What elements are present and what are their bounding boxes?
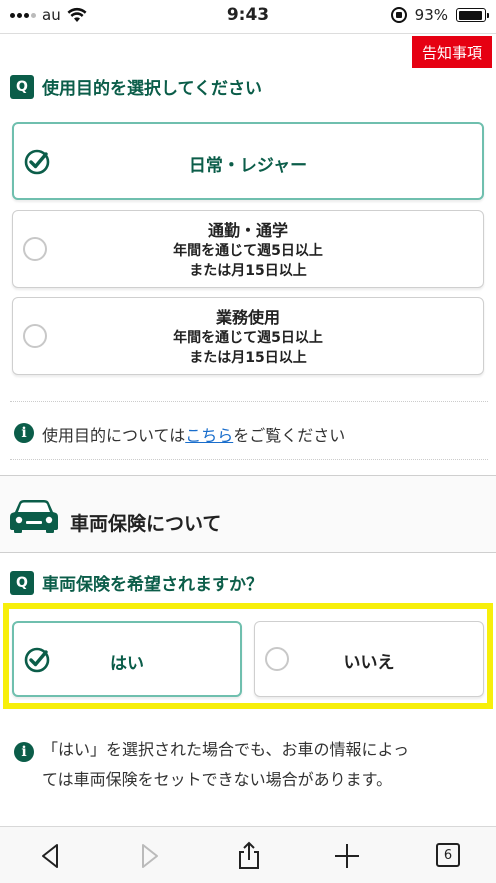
browser-toolbar: 6 — [0, 826, 496, 883]
vehicle-info: i 「はい」を選択された場合でも、お車の情報によっ ては車両保険をセットできない… — [14, 740, 484, 795]
back-icon[interactable] — [36, 841, 66, 871]
forward-icon[interactable] — [134, 841, 164, 871]
option-detail-2: または月15日以上 — [189, 263, 307, 279]
option-label: 通勤・通学 — [207, 221, 288, 240]
share-icon[interactable] — [234, 841, 264, 871]
question-text: 車両保険を希望されますか？ — [42, 575, 263, 595]
option-label: 日常・レジャー — [188, 156, 308, 176]
info-text: 使用目的についてはこちらをご覧ください — [42, 422, 345, 446]
new-tab-icon[interactable] — [332, 841, 362, 871]
car-icon — [10, 500, 58, 533]
question-badge: Q — [10, 74, 34, 99]
option-label: いいえ — [343, 653, 395, 673]
vehicle-question-title: Q 車両保険を希望されますか？ — [10, 570, 263, 595]
option-label: はい — [110, 654, 144, 674]
option-label: 業務使用 — [215, 308, 280, 327]
option-detail-1: 年間を通じて週5日以上 — [173, 330, 323, 346]
divider — [10, 459, 488, 460]
info-line-1: 「はい」を選択された場合でも、お車の情報によっ — [42, 740, 410, 759]
option-text: 通勤・通学 年間を通じて週5日以上 または月15日以上 — [13, 217, 483, 281]
purpose-info-link[interactable]: こちら — [185, 426, 233, 445]
purpose-question-title: Q 使用目的を選択してください — [10, 74, 262, 99]
purpose-option-commute[interactable]: 通勤・通学 年間を通じて週5日以上 または月15日以上 — [12, 210, 484, 288]
question-text: 使用目的を選択してください — [42, 79, 262, 99]
section-title: 車両保険について — [70, 513, 222, 535]
info-icon: i — [14, 423, 34, 443]
rotation-lock-icon — [390, 7, 407, 23]
info-icon: i — [14, 742, 34, 762]
option-detail-1: 年間を通じて週5日以上 — [173, 243, 323, 259]
battery-icon — [456, 8, 489, 22]
option-text: 業務使用 年間を通じて週5日以上 または月15日以上 — [13, 304, 483, 368]
status-bar: au 9:43 93% — [0, 0, 496, 30]
info-text: 「はい」を選択された場合でも、お車の情報によっ ては車両保険をセットできない場合… — [42, 735, 409, 795]
divider — [0, 33, 496, 34]
battery-fill — [458, 10, 482, 20]
purpose-option-business[interactable]: 業務使用 年間を通じて週5日以上 または月15日以上 — [12, 297, 484, 375]
battery-percent: 93% — [414, 6, 448, 24]
tabs-button[interactable]: 6 — [436, 843, 460, 867]
info-line-2: ては車両保険をセットできない場合があります。 — [42, 770, 393, 789]
vehicle-option-no[interactable]: いいえ — [254, 621, 484, 697]
option-detail-2: または月15日以上 — [189, 350, 307, 366]
purpose-info: i 使用目的についてはこちらをご覧ください — [14, 422, 345, 446]
purpose-option-leisure[interactable]: 日常・レジャー — [12, 122, 484, 200]
question-badge: Q — [10, 570, 34, 595]
info-suffix: をご覧ください — [233, 426, 346, 445]
info-prefix: 使用目的については — [42, 426, 186, 445]
vehicle-section-header: 車両保険について — [0, 475, 496, 553]
divider — [10, 401, 488, 402]
notice-button[interactable]: 告知事項 — [412, 36, 492, 68]
status-right: 93% — [390, 6, 489, 24]
vehicle-option-yes[interactable]: はい — [12, 621, 242, 697]
